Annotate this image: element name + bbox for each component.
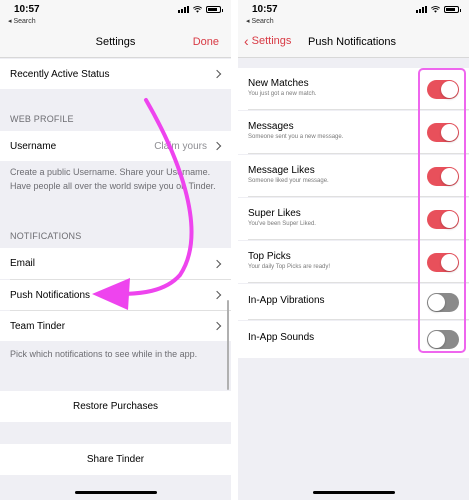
notification-label: Messages bbox=[248, 121, 294, 132]
settings-screen: 10:57 ◂ Search Settings Done Recently Ac… bbox=[0, 0, 231, 500]
username-row[interactable]: Username Claim yours bbox=[0, 131, 231, 161]
notification-label: New Matches bbox=[248, 78, 309, 89]
share-tinder-button[interactable]: Share Tinder bbox=[0, 444, 231, 475]
recently-active-status-row[interactable]: Recently Active Status bbox=[0, 59, 231, 89]
page-title: Push Notifications bbox=[308, 36, 397, 48]
home-indicator[interactable] bbox=[74, 491, 157, 494]
status-bar: 10:57 ◂ Search bbox=[0, 0, 231, 28]
back-button-label: Settings bbox=[251, 35, 292, 47]
push-notifications-row[interactable]: Push Notifications bbox=[0, 280, 231, 310]
chevron-right-icon bbox=[212, 259, 222, 268]
username-note: Create a public Username. Share your Use… bbox=[10, 167, 216, 191]
signal-icon bbox=[416, 6, 427, 13]
section-header-web-profile: WEB PROFILE bbox=[10, 114, 74, 124]
push-notifications-screen: 10:57 ◂ Search ‹ Settings Push Notificat… bbox=[238, 0, 469, 500]
notification-description: Someone sent you a new message. bbox=[248, 134, 344, 140]
notification-label: In-App Vibrations bbox=[248, 295, 325, 306]
back-to-search-link[interactable]: ◂ Search bbox=[8, 17, 36, 25]
email-row[interactable]: Email bbox=[0, 248, 231, 279]
status-bar: 10:57 ◂ Search bbox=[238, 0, 469, 28]
row-label: Username bbox=[10, 140, 57, 152]
wifi-icon bbox=[193, 6, 202, 13]
row-label: Email bbox=[10, 258, 36, 269]
notifications-note: Pick which notifications to see while in… bbox=[10, 349, 198, 359]
nav-bar: ‹ Settings Push Notifications bbox=[238, 28, 469, 58]
notification-label: Message Likes bbox=[248, 165, 315, 176]
signal-icon bbox=[178, 6, 189, 13]
nav-bar: Settings Done bbox=[0, 28, 231, 58]
scrollbar[interactable] bbox=[227, 300, 229, 390]
notification-description: You've been Super Liked. bbox=[248, 221, 316, 227]
notification-description: You just got a new match. bbox=[248, 91, 317, 97]
row-label: Share Tinder bbox=[86, 454, 145, 465]
notification-description: Your daily Top Picks are ready! bbox=[248, 264, 331, 270]
row-label: Team Tinder bbox=[10, 320, 66, 332]
back-to-search-link[interactable]: ◂ Search bbox=[246, 17, 274, 25]
battery-icon bbox=[444, 6, 461, 13]
home-indicator[interactable] bbox=[312, 491, 395, 494]
row-label: Restore Purchases bbox=[72, 401, 159, 412]
username-value: Claim yours bbox=[154, 140, 207, 152]
chevron-right-icon bbox=[212, 141, 222, 151]
status-time: 10:57 bbox=[14, 4, 40, 15]
chevron-left-icon: ‹ bbox=[244, 32, 249, 49]
wifi-icon bbox=[431, 6, 440, 13]
team-tinder-row[interactable]: Team Tinder bbox=[0, 311, 231, 341]
done-button[interactable]: Done bbox=[193, 36, 219, 48]
toggle-highlight-box bbox=[418, 68, 466, 353]
chevron-right-icon bbox=[212, 290, 222, 300]
row-label: Push Notifications bbox=[10, 289, 91, 301]
restore-purchases-button[interactable]: Restore Purchases bbox=[0, 391, 231, 422]
row-label: Recently Active Status bbox=[10, 68, 110, 80]
section-header-notifications: NOTIFICATIONS bbox=[10, 231, 82, 241]
system-icons bbox=[416, 6, 461, 13]
system-icons bbox=[178, 6, 223, 13]
notification-label: Top Picks bbox=[248, 251, 291, 262]
notification-description: Someone liked your message. bbox=[248, 178, 329, 184]
notification-label: In-App Sounds bbox=[248, 332, 315, 343]
back-button[interactable]: ‹ Settings bbox=[244, 32, 292, 49]
chevron-right-icon bbox=[212, 321, 222, 331]
status-time: 10:57 bbox=[252, 4, 278, 15]
chevron-right-icon bbox=[212, 69, 222, 79]
notification-label: Super Likes bbox=[248, 208, 301, 219]
battery-icon bbox=[206, 6, 223, 13]
